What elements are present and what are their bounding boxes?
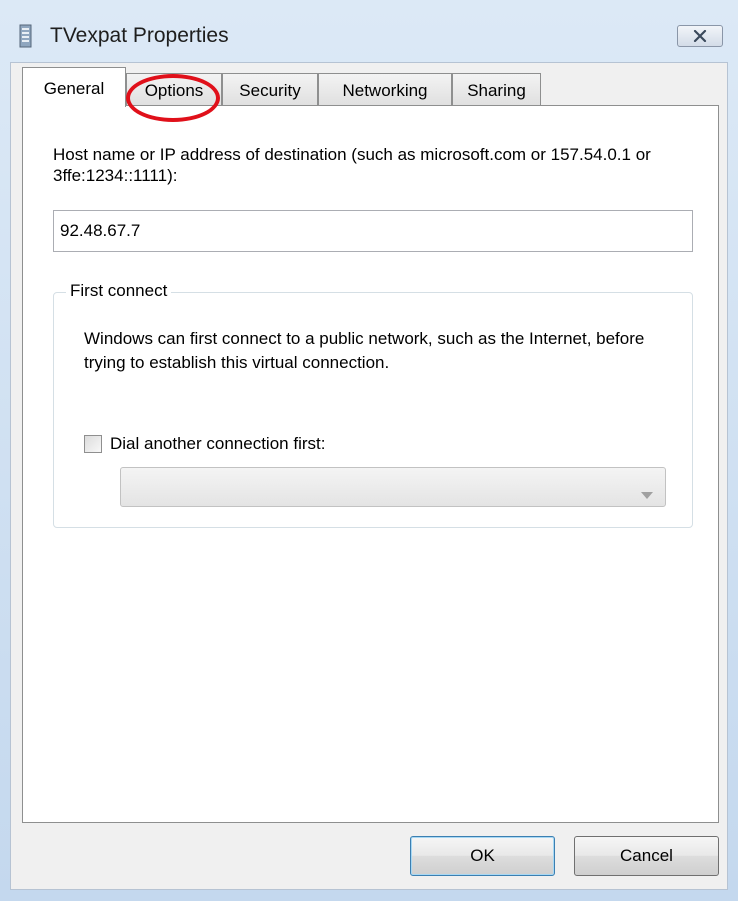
properties-window: TVexpat Properties General Options Secur…	[0, 0, 738, 901]
vpn-connection-icon	[18, 24, 34, 48]
dial-first-row[interactable]: Dial another connection first:	[84, 433, 325, 455]
ok-button[interactable]: OK	[410, 836, 555, 876]
general-tab-panel: Host name or IP address of destination (…	[22, 105, 719, 823]
first-connect-description: Windows can first connect to a public ne…	[84, 329, 645, 372]
first-connect-title: First connect	[66, 281, 172, 301]
cancel-button[interactable]: Cancel	[574, 836, 719, 876]
host-input[interactable]	[53, 210, 693, 252]
tab-options[interactable]: Options	[126, 73, 222, 105]
title-bar[interactable]: TVexpat Properties	[0, 0, 738, 70]
close-icon	[693, 30, 707, 42]
tab-sharing[interactable]: Sharing	[452, 73, 541, 105]
tab-security[interactable]: Security	[222, 73, 318, 105]
dial-first-label[interactable]: Dial another connection first:	[110, 434, 325, 454]
dial-connection-select[interactable]	[120, 467, 666, 507]
chevron-down-icon	[641, 484, 653, 504]
dial-first-checkbox[interactable]	[84, 435, 102, 453]
host-label: Host name or IP address of destination (…	[53, 145, 651, 185]
tab-networking[interactable]: Networking	[318, 73, 452, 105]
first-connect-group: First connect Windows can first connect …	[53, 281, 693, 528]
dialog-client-area: General Options Security Networking Shar…	[10, 62, 728, 890]
window-title: TVexpat Properties	[50, 24, 229, 47]
close-button[interactable]	[677, 25, 723, 47]
tab-general[interactable]: General	[22, 67, 126, 107]
